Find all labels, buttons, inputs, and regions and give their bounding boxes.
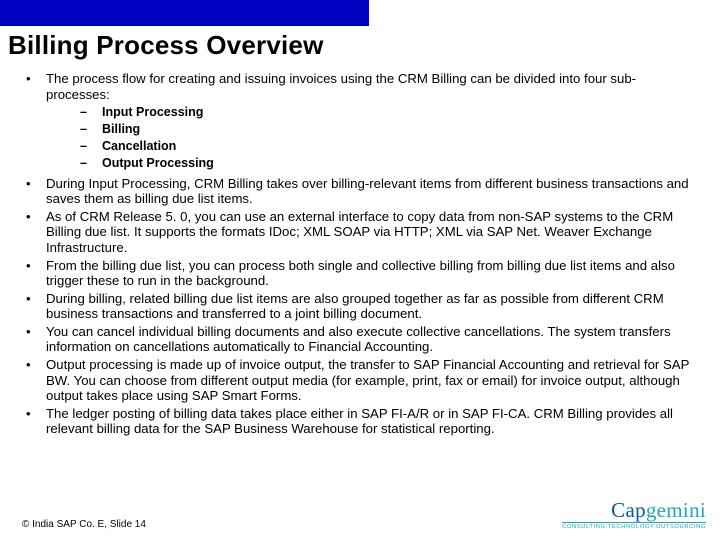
list-text: From the billing due list, you can proce… — [46, 258, 698, 289]
logo-part2: gemini — [646, 498, 706, 522]
company-logo: Capgemini CONSULTING.TECHNOLOGY.OUTSOURC… — [562, 498, 706, 530]
bullet-list: • The process flow for creating and issu… — [22, 71, 698, 437]
sub-text: Output Processing — [102, 155, 214, 172]
list-text: As of CRM Release 5. 0, you can use an e… — [46, 209, 698, 256]
list-item: •You can cancel individual billing docum… — [22, 324, 698, 355]
list-text: The process flow for creating and issuin… — [46, 71, 698, 174]
sub-text: Input Processing — [102, 104, 203, 121]
dash-mark: – — [80, 104, 102, 121]
sub-text: Billing — [102, 121, 140, 138]
bullet-mark: • — [22, 291, 46, 322]
bullet-mark: • — [22, 71, 46, 174]
slide-body: • The process flow for creating and issu… — [0, 67, 720, 437]
top-accent-bar — [0, 0, 369, 26]
dash-mark: – — [80, 138, 102, 155]
list-item: • From the billing due list, you can pro… — [22, 258, 698, 289]
list-item: • The process flow for creating and issu… — [22, 71, 698, 174]
bullet-mark: • — [22, 406, 46, 437]
sub-item: – Output Processing — [80, 155, 698, 172]
sub-item: –Input Processing — [80, 104, 698, 121]
list-item: •The ledger posting of billing data take… — [22, 406, 698, 437]
dash-mark: – — [80, 155, 102, 172]
list-text: During Input Processing, CRM Billing tak… — [46, 176, 698, 207]
list-text: During billing, related billing due list… — [46, 291, 698, 322]
list-item: •Output processing is made up of invoice… — [22, 357, 698, 404]
intro-text: The process flow for creating and issuin… — [46, 71, 636, 102]
logo-part1: Cap — [611, 498, 646, 522]
bullet-mark: • — [22, 324, 46, 355]
list-text: You can cancel individual billing docume… — [46, 324, 698, 355]
list-text: Output processing is made up of invoice … — [46, 357, 698, 404]
list-item: •During Input Processing, CRM Billing ta… — [22, 176, 698, 207]
list-item: •During billing, related billing due lis… — [22, 291, 698, 322]
bullet-mark: • — [22, 209, 46, 256]
bullet-mark: • — [22, 258, 46, 289]
logo-tagline: CONSULTING.TECHNOLOGY.OUTSOURCING — [562, 522, 706, 530]
sub-list: –Input Processing – Billing – Cancellati… — [46, 102, 698, 174]
slide-footer: © India SAP Co. E, Slide 14 — [22, 519, 146, 530]
slide-title: Billing Process Overview — [0, 26, 720, 67]
bullet-mark: • — [22, 176, 46, 207]
list-text: The ledger posting of billing data takes… — [46, 406, 698, 437]
sub-item: – Cancellation — [80, 138, 698, 155]
sub-item: – Billing — [80, 121, 698, 138]
logo-wordmark: Capgemini — [562, 498, 706, 523]
slide: Billing Process Overview • The process f… — [0, 0, 720, 540]
sub-text: Cancellation — [102, 138, 176, 155]
bullet-mark: • — [22, 357, 46, 404]
list-item: •As of CRM Release 5. 0, you can use an … — [22, 209, 698, 256]
dash-mark: – — [80, 121, 102, 138]
